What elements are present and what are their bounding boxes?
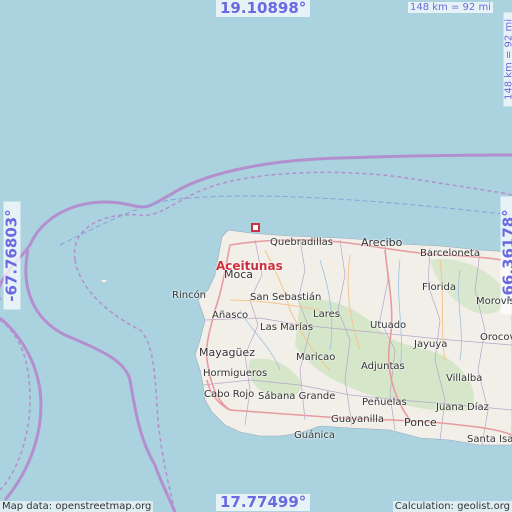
place-label: Maricao: [296, 352, 336, 363]
calculation-credit[interactable]: Calculation: geolist.org: [392, 501, 512, 512]
place-label: Morovis: [476, 296, 512, 307]
place-label: San Sebastián: [250, 292, 322, 303]
place-label: Florida: [422, 282, 457, 293]
place-label: Quebradillas: [270, 237, 333, 248]
place-label: Peñuelas: [362, 397, 407, 408]
place-label: Juana Díaz: [436, 402, 489, 413]
place-label: Villalba: [446, 373, 483, 384]
place-label: Cabo Rojo: [204, 389, 255, 400]
place-label: Guánica: [294, 430, 335, 441]
south-latitude-label: 17.77499°: [216, 494, 311, 511]
place-label: Arecibo: [361, 236, 403, 249]
place-label: Hormigueros: [203, 368, 268, 379]
place-label: Santa Isabel: [467, 434, 512, 445]
small-island: [100, 278, 108, 284]
place-label: Las Marías: [260, 322, 314, 333]
place-label: Adjuntas: [361, 361, 405, 372]
place-label: Lares: [313, 309, 340, 320]
place-label: Barceloneta: [420, 248, 480, 259]
place-label: Utuado: [370, 320, 407, 331]
place-label: Añasco: [212, 310, 249, 321]
map-attribution[interactable]: Map data: openstreetmap.org: [0, 501, 154, 512]
place-label: Orocovis: [480, 332, 512, 343]
place-label: Sábana Grande: [258, 391, 336, 402]
place-label: Guayanilla: [331, 414, 385, 425]
place-label: Mayagüez: [199, 346, 255, 359]
place-label: Moca: [224, 268, 254, 281]
west-longitude-label: -67.76803°: [3, 201, 21, 310]
place-label: Jayuya: [414, 339, 448, 350]
location-marker-icon[interactable]: [251, 223, 260, 232]
north-latitude-label: 19.10898°: [216, 0, 311, 17]
scale-label-right: 148 km = 92 mi: [503, 12, 512, 107]
place-label: Ponce: [404, 416, 437, 429]
place-label: Rincón: [172, 290, 207, 301]
scale-label-top: 148 km = 92 mi: [408, 2, 493, 13]
